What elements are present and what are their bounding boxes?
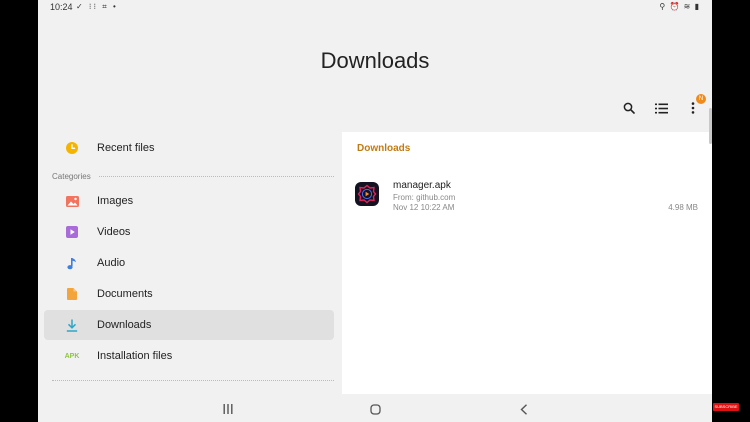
video-icon xyxy=(65,225,79,239)
page-title: Downloads xyxy=(320,48,430,73)
home-button[interactable] xyxy=(368,402,382,416)
file-row[interactable]: manager.apk From: github.com Nov 12 10:2… xyxy=(342,174,712,214)
sidebar-item-audio[interactable]: Audio xyxy=(44,248,334,278)
sidebar-item-label: Downloads xyxy=(97,319,152,331)
document-icon xyxy=(65,287,79,301)
sidebar-item-label: Images xyxy=(97,195,134,207)
sidebar-item-label: Audio xyxy=(97,257,126,269)
file-date: Nov 12 10:22 AM xyxy=(393,203,455,212)
apk-file-icon xyxy=(355,182,379,206)
file-manager-screen: 10:24 ✓ ⁝⁝ ⌗ • ⚲ ⏰ ≋ ▮ Downloads N Recen… xyxy=(38,0,712,422)
status-bar: 10:24 ✓ ⁝⁝ ⌗ • ⚲ ⏰ ≋ ▮ xyxy=(38,0,712,16)
apk-icon-text: APK xyxy=(64,352,80,360)
status-time: 10:24 xyxy=(50,2,73,12)
sidebar-divider xyxy=(52,380,334,381)
subscribe-watermark: SUBSCRIBE xyxy=(713,403,739,411)
sidebar-item-label: Installation files xyxy=(97,350,173,362)
audio-icon xyxy=(65,256,79,270)
recent-apps-button[interactable] xyxy=(221,402,235,416)
file-list-panel: Downloads manager.apk From: github.com N… xyxy=(342,132,712,394)
search-icon[interactable] xyxy=(622,101,636,115)
navigation-bar xyxy=(38,396,712,422)
image-icon xyxy=(65,194,79,208)
sidebar-item-recent-files[interactable]: Recent files xyxy=(44,133,334,163)
sidebar-item-documents[interactable]: Documents xyxy=(44,279,334,309)
sidebar-item-label: Videos xyxy=(97,226,131,238)
sidebar-item-downloads[interactable]: Downloads xyxy=(44,310,334,340)
section-divider xyxy=(98,176,334,177)
list-view-icon[interactable] xyxy=(654,101,668,115)
sidebar-item-images[interactable]: Images xyxy=(44,186,334,216)
folder-header: Downloads xyxy=(357,143,411,154)
categories-label: Categories xyxy=(52,172,91,181)
apk-icon: APK xyxy=(64,349,80,363)
sidebar: Recent files Categories Images Videos Au… xyxy=(44,132,340,394)
sidebar-item-installation-files[interactable]: APK Installation files xyxy=(44,341,334,371)
clock-icon xyxy=(65,141,79,155)
categories-header: Categories xyxy=(52,172,334,181)
file-source: From: github.com xyxy=(393,193,456,202)
back-button[interactable] xyxy=(517,402,531,416)
file-size: 4.98 MB xyxy=(668,203,698,212)
notification-icons: ✓ ⁝⁝ ⌗ • xyxy=(76,2,118,11)
sidebar-item-label: Recent files xyxy=(97,142,155,154)
notification-badge: N xyxy=(696,94,706,104)
more-options-icon[interactable]: N xyxy=(686,94,706,115)
sidebar-item-label: Documents xyxy=(97,288,153,300)
scrollbar[interactable] xyxy=(709,108,712,144)
toolbar: N xyxy=(622,94,706,118)
file-name: manager.apk xyxy=(393,180,451,191)
sidebar-item-videos[interactable]: Videos xyxy=(44,217,334,247)
system-status-icons: ⚲ ⏰ ≋ ▮ xyxy=(659,2,700,11)
download-icon xyxy=(65,318,79,332)
